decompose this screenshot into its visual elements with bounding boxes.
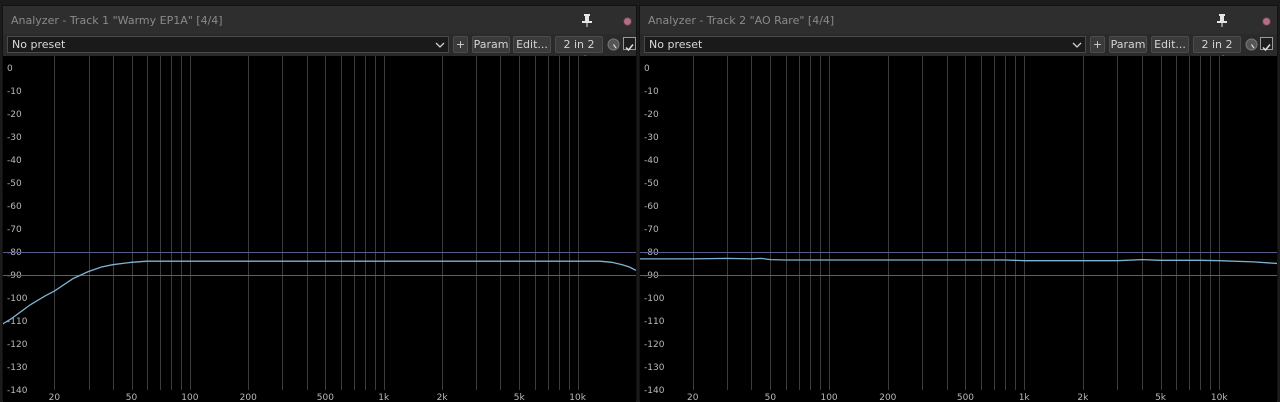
close-icon[interactable]: [1262, 17, 1271, 26]
y-tick-label: 0: [644, 64, 650, 74]
param-button[interactable]: Param: [472, 36, 510, 53]
y-tick-label: -60: [644, 202, 659, 212]
y-tick-label: -130: [644, 363, 665, 373]
knob-icon[interactable]: [1245, 38, 1258, 51]
analyzer-window-track-1: Analyzer - Track 1 "Warmy EP1A" [4/4] No…: [2, 5, 637, 402]
preset-value: No preset: [649, 38, 703, 51]
io-routing-button[interactable]: 2 in 2 out: [555, 36, 603, 66]
checkbox-checked-icon: [1262, 44, 1271, 52]
spectrum-plot[interactable]: 0 -10 -20 -30 -40 -50 -60 -70 -80 -90 -100 -110 -120…: [640, 56, 1277, 402]
y-tick-label: -140: [7, 386, 28, 396]
io-routing-button[interactable]: 2 in 2 out: [1193, 36, 1241, 66]
pin-icon[interactable]: [580, 13, 594, 27]
preset-value: No preset: [12, 38, 66, 51]
y-tick-label: -10: [7, 87, 22, 97]
spectrum-curve: [640, 257, 1277, 265]
title-bar[interactable]: Analyzer - Track 1 "Warmy EP1A" [4/4]: [3, 6, 636, 34]
spectrum-chart: 0-10-20-30-40-50-60-70-80-90-100-110-120…: [640, 56, 1277, 402]
y-tick-label: -70: [7, 225, 22, 235]
y-tick-label: -120: [7, 340, 28, 350]
y-tick-label: -40: [7, 156, 22, 166]
y-tick-label: -20: [644, 110, 659, 120]
edit-button[interactable]: Edit...: [1151, 36, 1189, 53]
bypass-checkbox[interactable]: [1260, 37, 1273, 52]
title-bar[interactable]: Analyzer - Track 2 "AO Rare" [4/4]: [640, 6, 1277, 34]
toolbar: No preset + Param Edit... 2 in 2 out: [640, 35, 1277, 66]
y-tick-label: -120: [644, 340, 665, 350]
checkbox-checked-icon: [625, 44, 634, 52]
window-title: Analyzer - Track 1 "Warmy EP1A" [4/4]: [11, 14, 223, 27]
y-tick-label: -40: [644, 156, 659, 166]
y-tick-label: -50: [644, 179, 659, 189]
y-tick-label: -140: [644, 386, 665, 396]
chevron-down-icon: [1072, 42, 1082, 48]
chevron-down-icon: [435, 42, 445, 48]
toolbar: No preset + Param Edit... 2 in 2 out: [3, 35, 636, 66]
preset-dropdown[interactable]: No preset: [7, 36, 449, 53]
edit-button[interactable]: Edit...: [513, 36, 551, 53]
add-preset-button[interactable]: +: [1090, 36, 1105, 53]
bypass-checkbox[interactable]: [623, 37, 636, 52]
spectrum-curve: [3, 260, 636, 325]
close-icon[interactable]: [623, 17, 632, 26]
pin-icon[interactable]: [1215, 13, 1229, 27]
y-tick-label: 0: [7, 64, 13, 74]
knob-icon[interactable]: [607, 38, 620, 51]
spectrum-plot[interactable]: 0 -10 -20 -30 -40 -50 -60 -70 -80 -90 -100 -110 -120…: [3, 56, 636, 402]
add-preset-button[interactable]: +: [453, 36, 468, 53]
preset-dropdown[interactable]: No preset: [644, 36, 1086, 53]
y-tick-label: -30: [7, 133, 22, 143]
y-tick-label: -100: [7, 294, 28, 304]
param-button[interactable]: Param: [1109, 36, 1147, 53]
y-tick-label: -50: [7, 179, 22, 189]
y-tick-label: -20: [7, 110, 22, 120]
y-tick-label: -70: [644, 225, 659, 235]
spectrum-chart: 0-10-20-30-40-50-60-70-80-90-100-110-120…: [3, 56, 636, 402]
y-tick-label: -30: [644, 133, 659, 143]
y-tick-label: -110: [644, 317, 665, 327]
analyzer-window-track-2: Analyzer - Track 2 "AO Rare" [4/4] No pr…: [639, 5, 1278, 402]
y-tick-label: -10: [644, 87, 659, 97]
window-title: Analyzer - Track 2 "AO Rare" [4/4]: [648, 14, 835, 27]
y-tick-label: -60: [7, 202, 22, 212]
y-tick-label: -100: [644, 294, 665, 304]
y-tick-label: -110: [7, 317, 28, 327]
y-tick-label: -130: [7, 363, 28, 373]
